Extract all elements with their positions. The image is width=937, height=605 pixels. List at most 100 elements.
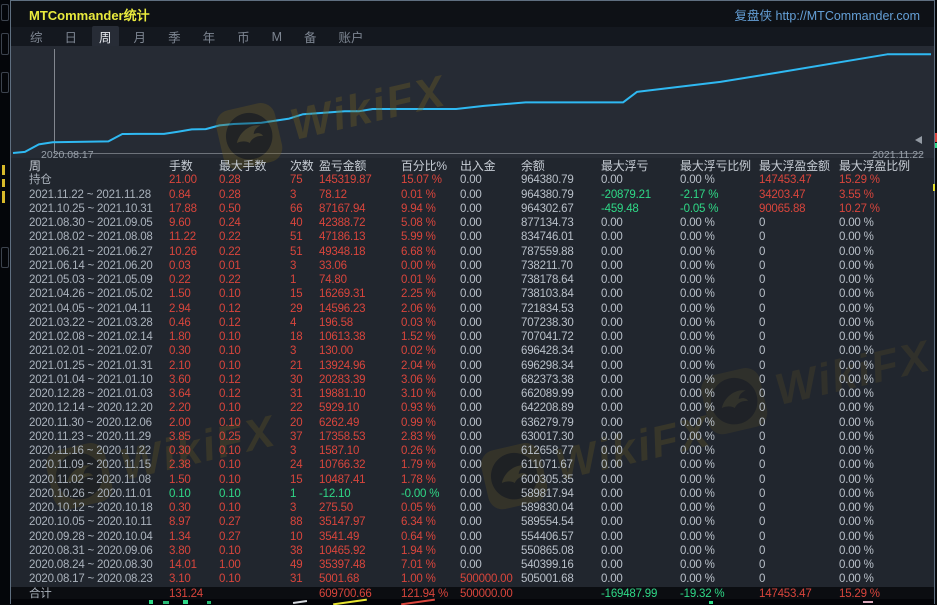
table-row[interactable]: 2020.11.30 ~ 2020.12.062.000.10206262.49…	[11, 416, 934, 430]
background-toolbar-strip	[0, 0, 10, 604]
table-row[interactable]: 2020.11.23 ~ 2020.11.293.850.253717358.5…	[11, 430, 934, 444]
table-row[interactable]: 2021.05.03 ~ 2021.05.090.220.22174.800.0…	[11, 273, 934, 287]
cell-balance: 877134.73	[521, 216, 601, 230]
menu-item-currency[interactable]: 币	[230, 26, 257, 47]
cell-count: 3	[290, 259, 319, 273]
table-row[interactable]: 2021.01.25 ~ 2021.01.312.100.102113924.9…	[11, 359, 934, 373]
table-row[interactable]: 2020.12.28 ~ 2021.01.033.640.123119881.1…	[11, 387, 934, 401]
menu-item-quarter[interactable]: 季	[161, 26, 188, 47]
cell-max-float-profit-pct: 0.00 %	[839, 515, 934, 529]
cell-max-float-loss-pct: 0.00 %	[680, 558, 759, 572]
cell-max-float-loss: 0.00	[601, 458, 680, 472]
table-row[interactable]: 2021.08.30 ~ 2021.09.059.600.244042388.7…	[11, 216, 934, 230]
cell-max-float-loss: 0.00	[601, 216, 680, 230]
cell-pct: 1.78 %	[401, 473, 460, 487]
cell-max-lots: 0.10	[219, 359, 290, 373]
table-row[interactable]: 2021.03.22 ~ 2021.03.280.460.124196.580.…	[11, 316, 934, 330]
table-row[interactable]: 2020.11.16 ~ 2020.11.220.300.1031587.100…	[11, 444, 934, 458]
cell-max-lots: 0.12	[219, 373, 290, 387]
menu-item-M[interactable]: M	[265, 29, 289, 45]
cell-period: 2021.06.21 ~ 2021.06.27	[29, 245, 169, 259]
cell-max-lots: 0.10	[219, 344, 290, 358]
cell-pct: 2.83 %	[401, 430, 460, 444]
cell-count: 31	[290, 572, 319, 586]
stats-table: 周手数最大手数次数盈亏金额百分比%出入金余额最大浮亏最大浮亏比例最大浮盈金额最大…	[11, 159, 934, 601]
cell-balance: 707041.72	[521, 330, 601, 344]
table-row[interactable]: 2020.08.17 ~ 2020.08.233.100.10315001.68…	[11, 572, 934, 586]
header-lots: 手数	[169, 159, 219, 173]
cell-period: 2021.08.30 ~ 2021.09.05	[29, 216, 169, 230]
table-row[interactable]: 2020.09.28 ~ 2020.10.041.340.27103541.49…	[11, 530, 934, 544]
header-max-float-profit: 最大浮盈金额	[759, 159, 839, 173]
table-row[interactable]: 2020.10.26 ~ 2020.11.010.100.101-12.10-0…	[11, 487, 934, 501]
cell-lots: 1.80	[169, 330, 219, 344]
table-row[interactable]: 2020.10.12 ~ 2020.10.180.300.103275.500.…	[11, 501, 934, 515]
cell-deposit: 0.00	[460, 544, 521, 558]
cell-max-lots: 0.10	[219, 501, 290, 515]
menu-item-month[interactable]: 月	[127, 26, 154, 47]
table-row[interactable]: 2020.12.14 ~ 2020.12.202.200.10225929.10…	[11, 401, 934, 415]
cell-max-float-loss: 0.00	[601, 487, 680, 501]
menu-item-day[interactable]: 日	[58, 26, 85, 47]
table-row[interactable]: 2020.11.02 ~ 2020.11.081.500.101510487.4…	[11, 473, 934, 487]
cell-lots: 1.34	[169, 530, 219, 544]
menu-item-summary[interactable]: 综	[23, 26, 50, 47]
cell-pnl: 14596.23	[319, 302, 401, 316]
cell-max-float-loss: 0.00	[601, 444, 680, 458]
cell-max-float-loss: 0.00	[601, 430, 680, 444]
cell-pct: 6.34 %	[401, 515, 460, 529]
table-row[interactable]: 2021.01.04 ~ 2021.01.103.600.123020283.3…	[11, 373, 934, 387]
cell-pct: 5.99 %	[401, 230, 460, 244]
cell-max-float-profit: 0	[759, 558, 839, 572]
table-row[interactable]: 2021.08.02 ~ 2021.08.0811.220.225147186.…	[11, 230, 934, 244]
table-row[interactable]: 2021.04.26 ~ 2021.05.021.500.101516269.3…	[11, 287, 934, 301]
table-row[interactable]: 2020.08.31 ~ 2020.09.063.800.103810465.9…	[11, 544, 934, 558]
cell-max-lots: 0.10	[219, 444, 290, 458]
cell-max-float-loss-pct: 0.00 %	[680, 230, 759, 244]
cell-max-float-profit-pct: 0.00 %	[839, 245, 934, 259]
cell-max-lots: 0.27	[219, 515, 290, 529]
cell-count: 88	[290, 515, 319, 529]
cell-max-lots: 0.24	[219, 216, 290, 230]
cell-period: 2020.12.14 ~ 2020.12.20	[29, 401, 169, 415]
menu-item-week[interactable]: 周	[92, 26, 119, 47]
brand-link[interactable]: 复盘侠 http://MTCommander.com	[735, 5, 920, 24]
cell-balance: 554406.57	[521, 530, 601, 544]
menu-item-year[interactable]: 年	[196, 26, 223, 47]
table-row[interactable]: 2021.04.05 ~ 2021.04.112.940.122914596.2…	[11, 302, 934, 316]
cell-max-float-profit-pct: 0.00 %	[839, 458, 934, 472]
table-row[interactable]: 2020.11.09 ~ 2020.11.152.380.102410766.3…	[11, 458, 934, 472]
cell-balance: 550865.08	[521, 544, 601, 558]
table-row[interactable]: 2021.02.08 ~ 2021.02.141.800.101810613.3…	[11, 330, 934, 344]
cell-max-float-profit-pct: 0.00 %	[839, 416, 934, 430]
equity-chart[interactable]: 2020.08.17 2021.11.22	[11, 46, 934, 158]
cell-period: 2021.04.26 ~ 2021.05.02	[29, 287, 169, 301]
cell-pct: 6.68 %	[401, 245, 460, 259]
table-row[interactable]: 2021.02.01 ~ 2021.02.070.300.103130.000.…	[11, 344, 934, 358]
cell-max-lots: 0.10	[219, 487, 290, 501]
table-row[interactable]: 2020.08.24 ~ 2020.08.3014.011.004935397.…	[11, 558, 934, 572]
cell-count: 22	[290, 401, 319, 415]
cell-max-float-profit: 0	[759, 259, 839, 273]
menu-item-account[interactable]: 账户	[332, 26, 371, 47]
cell-max-float-loss: 0.00	[601, 259, 680, 273]
table-row[interactable]: 2021.06.14 ~ 2021.06.200.030.01333.060.0…	[11, 259, 934, 273]
background-artifact	[333, 599, 367, 605]
cell-max-float-profit-pct: 0.00 %	[839, 316, 934, 330]
cell-period: 2020.11.23 ~ 2020.11.29	[29, 430, 169, 444]
cell-count: 38	[290, 544, 319, 558]
table-row[interactable]: 持仓21.000.2875145319.8715.07 %0.00964380.…	[11, 173, 934, 187]
menu-item-note[interactable]: 备	[297, 26, 324, 47]
cell-max-float-loss-pct: 0.00 %	[680, 515, 759, 529]
cell-count: 21	[290, 359, 319, 373]
cell-lots: 8.97	[169, 515, 219, 529]
header-max-float-loss-pct: 最大浮亏比例	[680, 159, 759, 173]
cell-lots: 1.50	[169, 287, 219, 301]
cell-max-float-profit-pct: 0.00 %	[839, 216, 934, 230]
table-row[interactable]: 2021.10.25 ~ 2021.10.3117.880.506687167.…	[11, 202, 934, 216]
background-artifact	[401, 599, 435, 605]
table-row[interactable]: 2021.11.22 ~ 2021.11.280.840.28378.120.0…	[11, 188, 934, 202]
cell-count: 66	[290, 202, 319, 216]
table-row[interactable]: 2020.10.05 ~ 2020.10.118.970.278835147.9…	[11, 515, 934, 529]
table-row[interactable]: 2021.06.21 ~ 2021.06.2710.260.225149348.…	[11, 245, 934, 259]
